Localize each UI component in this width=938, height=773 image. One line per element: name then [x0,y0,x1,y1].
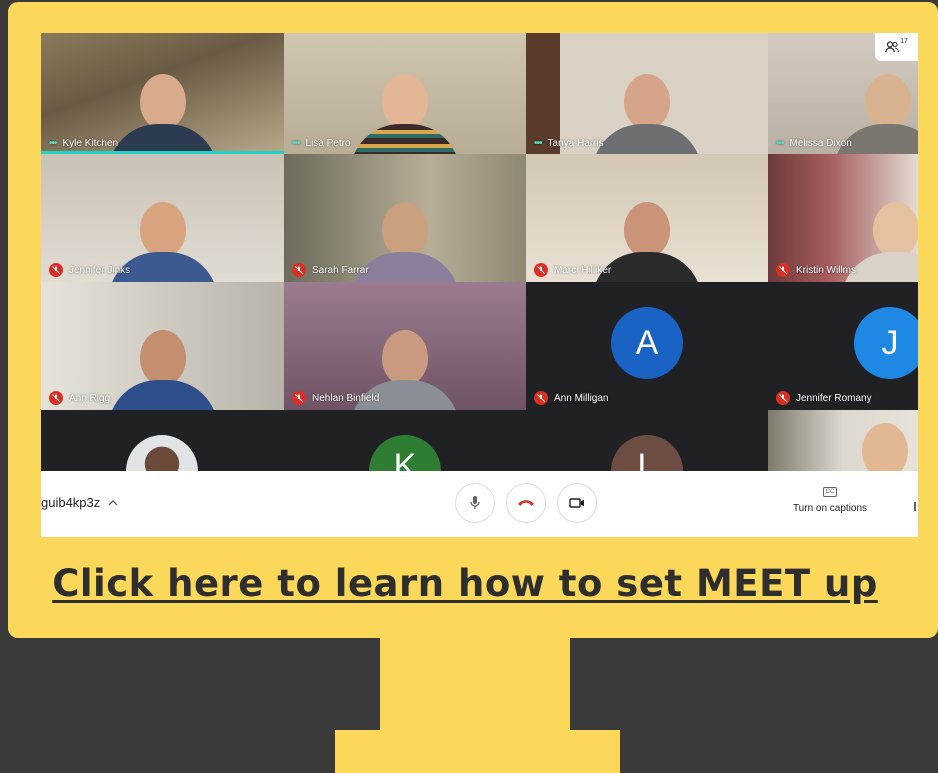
participant-name-tag: Sarah Farrar [292,263,369,277]
video-grid: ••• Kyle Kitchen ••• Lisa Petro ••• Tanya H… [41,33,918,471]
participant-avatar: A [611,307,683,379]
mic-off-icon [534,391,548,405]
closed-captions-icon: CC [822,487,838,497]
participant-name-tag: Nehlan Binfield [292,391,379,405]
mic-off-icon [776,263,790,277]
participant-name-tag: Marci Hilliker [534,263,611,277]
mic-off-icon [292,391,306,405]
people-icon [885,41,899,53]
video-tile[interactable]: Kristin Willms [768,154,918,282]
speaking-indicator-icon: ••• [292,138,300,149]
participant-avatar: L [611,435,683,471]
speaking-indicator-icon: ••• [534,138,542,149]
mic-off-icon [49,391,63,405]
participant-name-tag: Ann Rigg [49,391,110,405]
people-count-button[interactable]: 17 [875,33,918,61]
mic-off-icon [292,263,306,277]
speaking-indicator-icon: ••• [49,138,57,149]
video-tile[interactable]: Jennifer Jinks [41,154,284,282]
video-tile[interactable]: Sarah Farrar [284,154,526,282]
camera-button[interactable] [557,483,597,523]
more-options-edge[interactable] [914,502,916,511]
speaking-indicator-icon: ••• [776,138,784,149]
video-tile[interactable]: ••• Melissa Dixon 17 [768,33,918,154]
microphone-button[interactable] [455,483,495,523]
video-camera-icon [569,498,584,508]
video-tile[interactable]: A Ann Milligan [526,282,768,410]
participant-avatar: J [854,307,918,379]
video-tile[interactable]: Marci Hilliker [526,154,768,282]
participant-name-tag: ••• Kyle Kitchen [49,138,119,149]
monitor-stand [380,636,570,731]
end-call-button[interactable] [506,483,546,523]
participant-name-tag: ••• Lisa Petro [292,138,351,149]
captions-label: Turn on captions [792,503,868,514]
mic-off-icon [49,263,63,277]
participant-name-tag: ••• Tanya Harris [534,138,604,149]
participant-photo-avatar [126,435,198,471]
learn-meet-setup-link[interactable]: Click here to learn how to set MEET up [0,562,930,605]
video-tile[interactable]: Ann Rigg [41,282,284,410]
monitor-base [335,730,620,773]
mic-off-icon [776,391,790,405]
video-tile[interactable]: ••• Tanya Harris [526,33,768,154]
chevron-up-icon [108,499,118,505]
video-tile[interactable]: K [284,410,526,471]
participant-name-tag: Jennifer Jinks [49,263,130,277]
participant-name-tag: Jennifer Romany [776,391,872,405]
participant-name-tag: Kristin Willms [776,263,856,277]
video-tile[interactable]: ••• Lisa Petro [284,33,526,154]
meet-screenshot: ••• Kyle Kitchen ••• Lisa Petro ••• Tanya H… [41,33,918,537]
hang-up-icon [518,500,534,506]
captions-button[interactable]: CC Turn on captions [785,485,875,514]
participant-name-tag: ••• Melissa Dixon [776,138,852,149]
mic-off-icon [534,263,548,277]
participant-name-tag: Ann Milligan [534,391,608,405]
meeting-controls-bar: guib4kp3z CC Turn on captions [41,471,918,537]
video-tile[interactable] [768,410,918,471]
video-tile[interactable]: Nehlan Binfield [284,282,526,410]
video-tile[interactable]: J Jennifer Romany [768,282,918,410]
video-tile[interactable]: L [526,410,768,471]
video-tile[interactable] [41,410,284,471]
microphone-icon [470,496,480,509]
video-tile[interactable]: ••• Kyle Kitchen [41,33,284,154]
participant-avatar: K [369,435,441,471]
meeting-details-toggle[interactable]: guib4kp3z [41,495,118,510]
